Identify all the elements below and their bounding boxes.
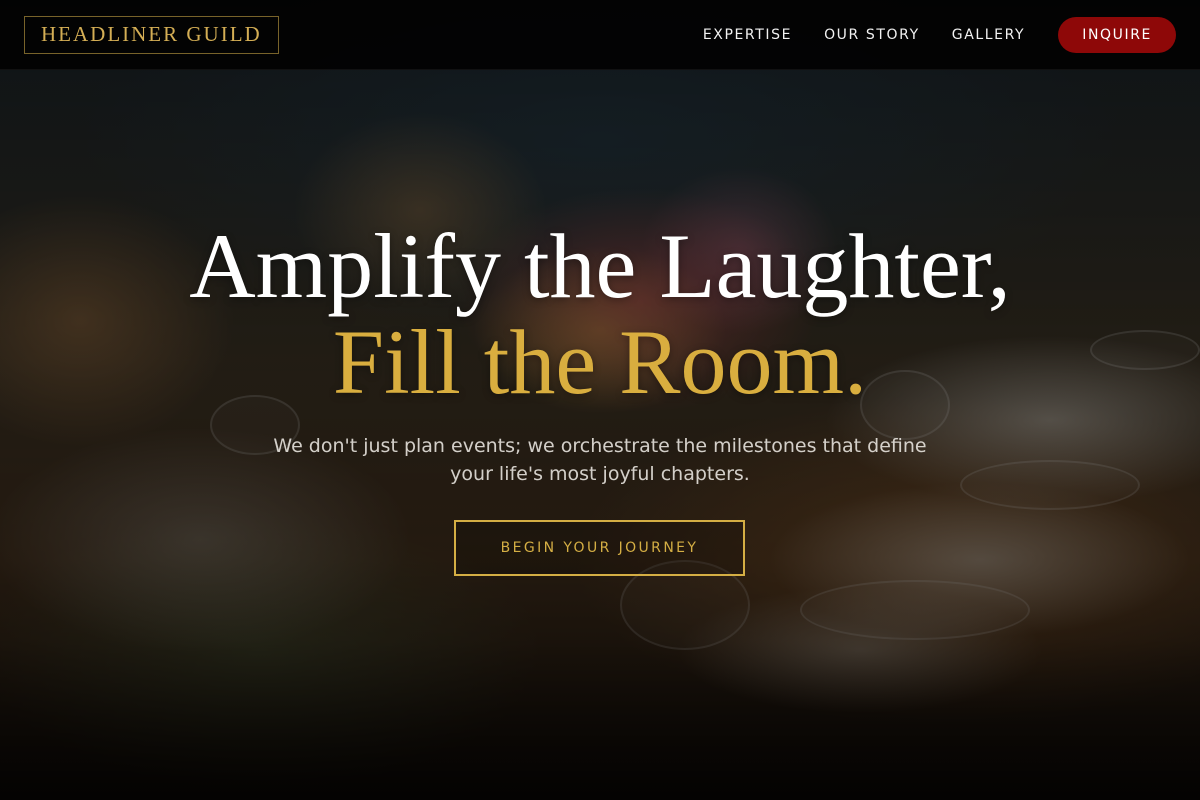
- nav-link-our-story[interactable]: OUR STORY: [824, 27, 920, 43]
- begin-journey-button[interactable]: BEGIN YOUR JOURNEY: [454, 520, 745, 576]
- inquire-button[interactable]: INQUIRE: [1058, 16, 1176, 53]
- nav-links: EXPERTISE OUR STORY GALLERY INQUIRE: [671, 16, 1176, 53]
- hero-headline: Amplify the Laughter, Fill the Room.: [0, 218, 1200, 410]
- headline-line-primary: Amplify the Laughter,: [189, 215, 1011, 317]
- headline-line-accent: Fill the Room.: [332, 311, 868, 413]
- brand-logo[interactable]: HEADLINER GUILD: [24, 15, 279, 54]
- top-navbar: HEADLINER GUILD EXPERTISE OUR STORY GALL…: [0, 0, 1200, 70]
- hero-section: Amplify the Laughter, Fill the Room. We …: [0, 0, 1200, 800]
- nav-link-expertise[interactable]: EXPERTISE: [703, 27, 792, 43]
- nav-link-gallery[interactable]: GALLERY: [952, 27, 1025, 43]
- hero-subheadline: We don't just plan events; we orchestrat…: [273, 435, 927, 485]
- landing-page: HEADLINER GUILD EXPERTISE OUR STORY GALL…: [0, 0, 1200, 800]
